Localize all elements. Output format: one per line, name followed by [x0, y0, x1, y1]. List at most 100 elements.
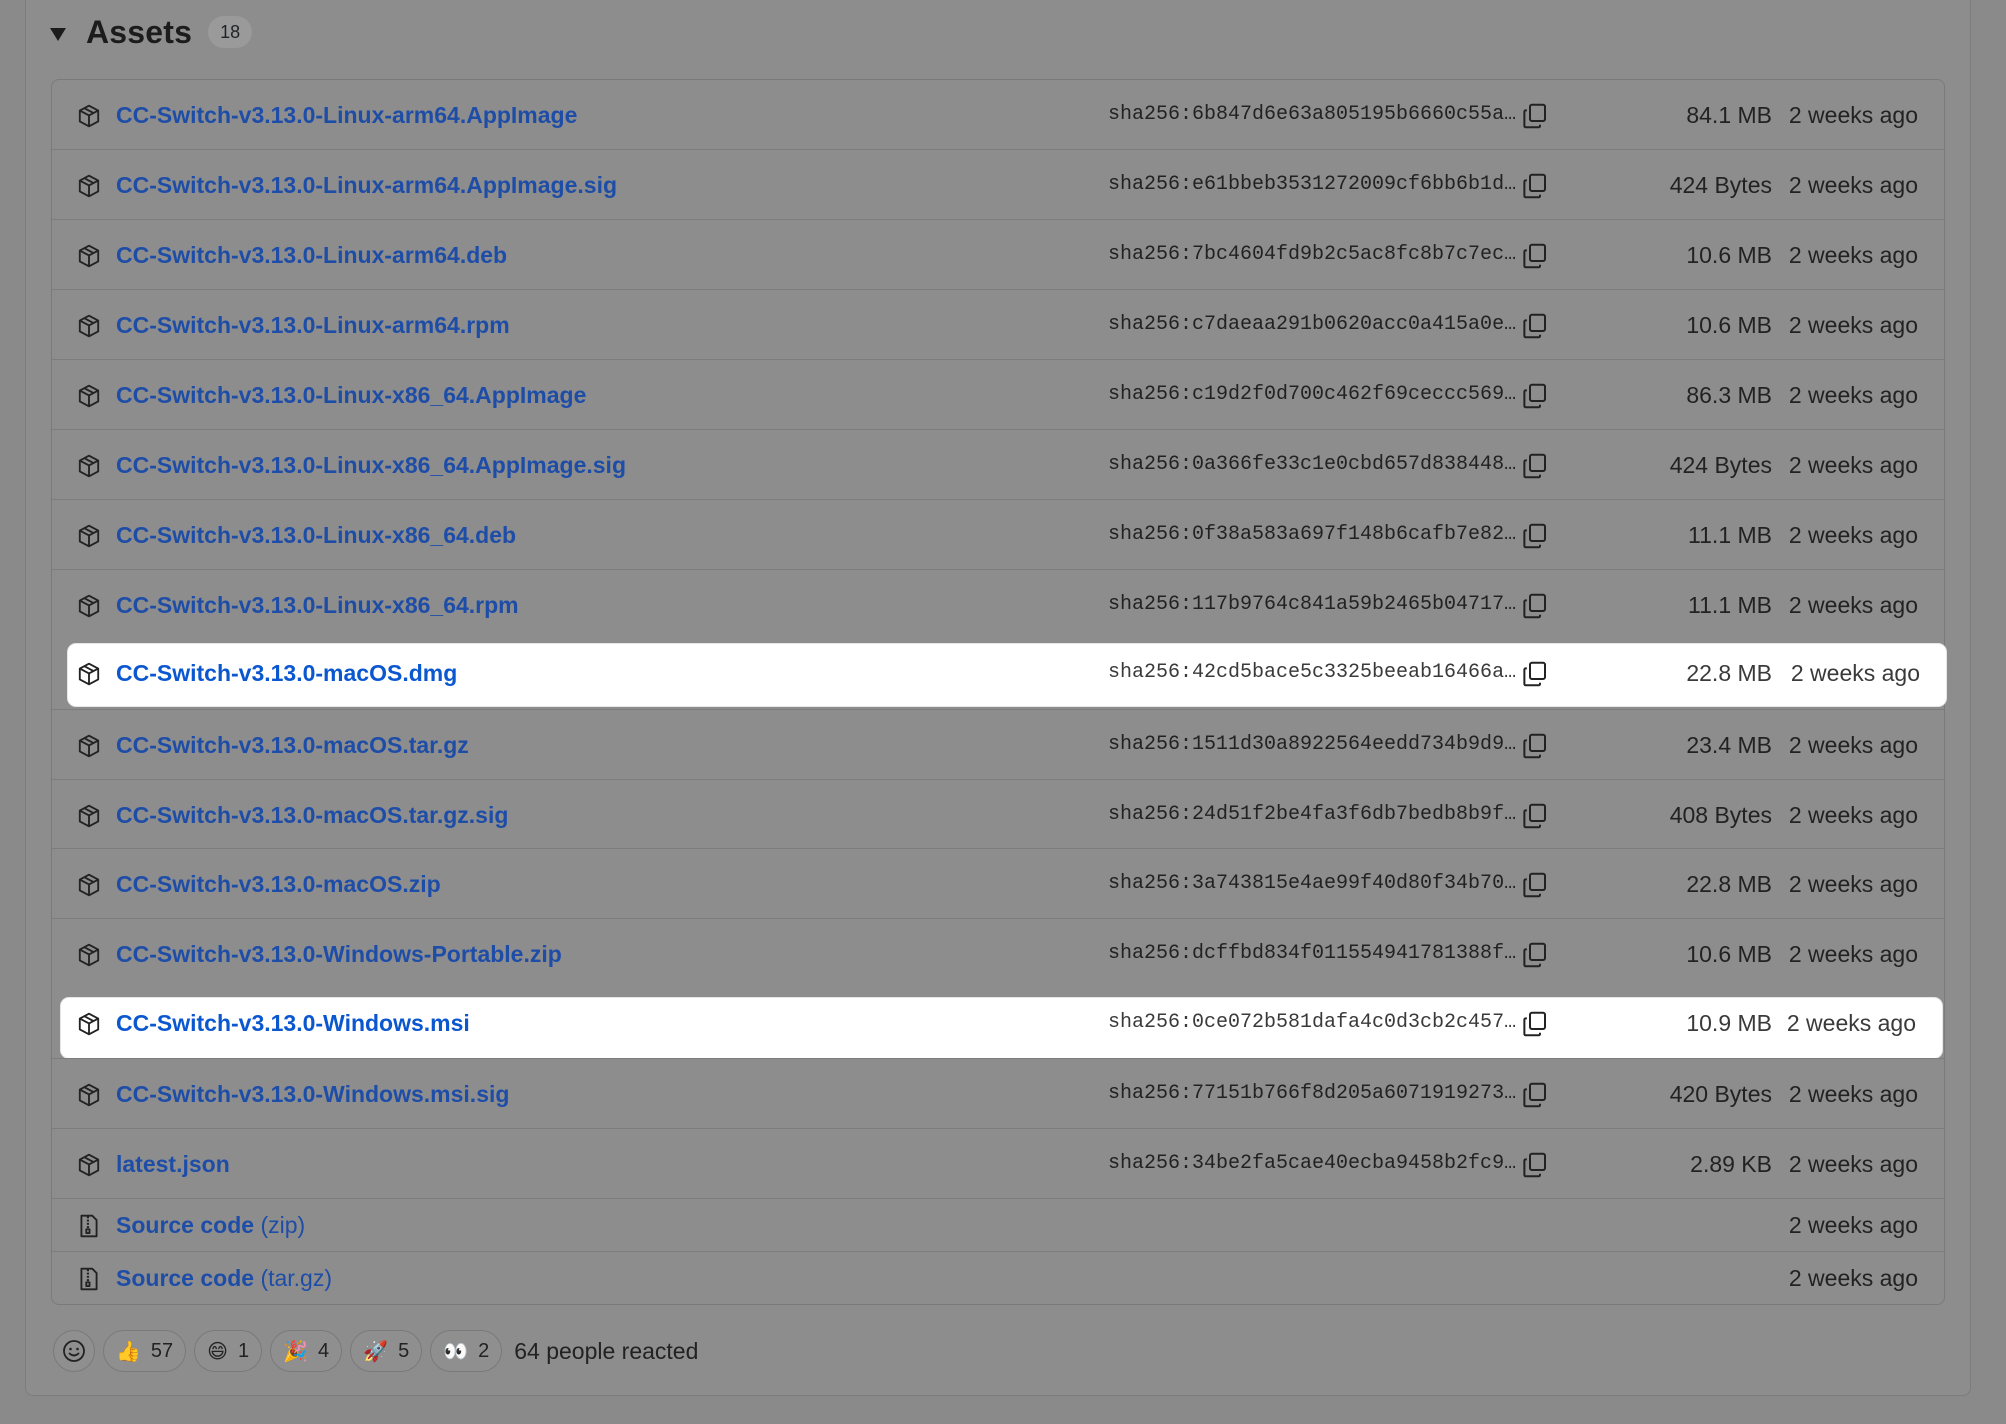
- asset-date: 2 weeks ago: [1786, 1010, 1916, 1036]
- copy-icon[interactable]: [1520, 311, 1550, 341]
- copy-icon[interactable]: [1520, 1080, 1550, 1110]
- package-icon: [76, 313, 102, 339]
- assets-header[interactable]: Assets 18: [50, 12, 253, 52]
- package-icon: [76, 523, 102, 549]
- package-icon: [76, 942, 102, 968]
- asset-size: 22.8 MB: [1686, 871, 1772, 897]
- package-icon: [76, 733, 102, 759]
- asset-sha256: sha256:0a366fe33c1e0cbd657d838448…: [1108, 453, 1517, 476]
- laugh-icon: 😄: [207, 1339, 229, 1363]
- reaction-button[interactable]: 😄 1: [194, 1330, 263, 1372]
- source-code-link[interactable]: Source code (tar.gz): [116, 1252, 332, 1305]
- asset-date: 2 weeks ago: [1788, 1151, 1918, 1177]
- asset-size: 10.6 MB: [1686, 242, 1772, 268]
- copy-icon[interactable]: [1520, 451, 1550, 481]
- source-code-row: Source code (zip) 2 weeks ago: [52, 1198, 1944, 1251]
- package-icon: [76, 453, 102, 479]
- asset-date: 2 weeks ago: [1788, 941, 1918, 967]
- reactions-bar: 👍 57 😄 1 🎉 4 🚀 5 👀 2 64 people reacted: [53, 1330, 698, 1372]
- reaction-button[interactable]: 👀 2: [430, 1330, 503, 1372]
- asset-sha256: sha256:3a743815e4ae99f40d80f34b70…: [1108, 872, 1517, 895]
- asset-download-link[interactable]: CC-Switch-v3.13.0-macOS.dmg: [116, 638, 457, 708]
- asset-size: 23.4 MB: [1686, 732, 1772, 758]
- asset-size: 11.1 MB: [1688, 522, 1772, 548]
- asset-date: 2 weeks ago: [1788, 871, 1918, 897]
- copy-icon[interactable]: [1520, 591, 1550, 621]
- package-icon: [76, 872, 102, 898]
- asset-download-link[interactable]: CC-Switch-v3.13.0-macOS.zip: [116, 849, 441, 919]
- asset-date: 2 weeks ago: [1788, 172, 1918, 198]
- reaction-button[interactable]: 👍 57: [103, 1330, 187, 1372]
- asset-download-link[interactable]: CC-Switch-v3.13.0-Linux-arm64.rpm: [116, 290, 510, 360]
- asset-date: 2 weeks ago: [1788, 452, 1918, 478]
- copy-icon[interactable]: [1520, 381, 1550, 411]
- copy-icon[interactable]: [1520, 870, 1550, 900]
- asset-row: CC-Switch-v3.13.0-macOS.dmg sha256:42cd5b…: [68, 644, 1946, 706]
- asset-sha256: sha256:c19d2f0d700c462f69ceccc569…: [1108, 383, 1517, 406]
- asset-size: 10.9 MB: [1686, 1010, 1772, 1036]
- asset-size: 84.1 MB: [1686, 102, 1772, 128]
- asset-row: CC-Switch-v3.13.0-Linux-x86_64.AppImage s…: [52, 359, 1944, 429]
- asset-sha256: sha256:0ce072b581dafa4c0d3cb2c457…: [1108, 1011, 1517, 1034]
- copy-icon[interactable]: [1520, 940, 1550, 970]
- reaction-button[interactable]: 🚀 5: [350, 1330, 423, 1372]
- asset-row: CC-Switch-v3.13.0-macOS.tar.gz.sig sha256…: [52, 779, 1944, 849]
- asset-download-link[interactable]: CC-Switch-v3.13.0-Linux-x86_64.rpm: [116, 570, 519, 640]
- source-code-date: 2 weeks ago: [1788, 1265, 1918, 1291]
- copy-icon[interactable]: [1520, 801, 1550, 831]
- asset-date: 2 weeks ago: [1788, 102, 1918, 128]
- asset-sha256: sha256:6b847d6e63a805195b6660c55a…: [1108, 103, 1517, 126]
- copy-icon[interactable]: [1520, 171, 1550, 201]
- source-code-link[interactable]: Source code (zip): [116, 1199, 305, 1252]
- asset-row: CC-Switch-v3.13.0-Linux-x86_64.AppImage.…: [52, 429, 1944, 499]
- asset-row: CC-Switch-v3.13.0-Windows-Portable.zip sh…: [52, 918, 1944, 988]
- source-code-row: Source code (tar.gz) 2 weeks ago: [52, 1251, 1944, 1304]
- reaction-count: 2: [478, 1339, 490, 1362]
- asset-download-link[interactable]: CC-Switch-v3.13.0-Linux-x86_64.deb: [116, 500, 516, 570]
- copy-icon[interactable]: [1520, 101, 1550, 131]
- package-icon: [76, 593, 102, 619]
- asset-size: 424 Bytes: [1669, 172, 1772, 198]
- asset-size: 22.8 MB: [1686, 660, 1772, 686]
- asset-row: CC-Switch-v3.13.0-macOS.zip sha256:3a7438…: [52, 848, 1944, 918]
- copy-icon[interactable]: [1520, 241, 1550, 271]
- assets-title: Assets: [86, 13, 193, 50]
- reaction-count: 4: [318, 1339, 330, 1362]
- asset-download-link[interactable]: CC-Switch-v3.13.0-Windows-Portable.zip: [116, 919, 562, 989]
- asset-row: CC-Switch-v3.13.0-Linux-arm64.rpm sha256:…: [52, 289, 1944, 359]
- asset-size: 10.6 MB: [1686, 312, 1772, 338]
- reaction-button[interactable]: 🎉 4: [270, 1330, 343, 1372]
- asset-row: CC-Switch-v3.13.0-Windows.msi.sig sha256:…: [52, 1058, 1944, 1128]
- asset-download-link[interactable]: CC-Switch-v3.13.0-Linux-x86_64.AppImage.…: [116, 430, 626, 500]
- asset-download-link[interactable]: CC-Switch-v3.13.0-Linux-x86_64.AppImage: [116, 360, 586, 430]
- asset-row: CC-Switch-v3.13.0-Linux-x86_64.rpm sha256…: [52, 569, 1944, 639]
- asset-download-link[interactable]: CC-Switch-v3.13.0-Linux-arm64.AppImage.s…: [116, 150, 617, 220]
- reaction-count: 57: [150, 1339, 174, 1362]
- asset-date: 2 weeks ago: [1788, 592, 1918, 618]
- asset-sha256: sha256:1511d30a8922564eedd734b9d9…: [1108, 733, 1517, 756]
- asset-size: 11.1 MB: [1688, 592, 1772, 618]
- source-code-label: Source code: [116, 1265, 255, 1291]
- add-reaction-button[interactable]: [53, 1330, 95, 1372]
- copy-icon[interactable]: [1520, 1009, 1550, 1039]
- asset-size: 424 Bytes: [1669, 452, 1772, 478]
- hooray-icon: 🎉: [283, 1339, 309, 1363]
- asset-download-link[interactable]: CC-Switch-v3.13.0-Linux-arm64.deb: [116, 220, 507, 290]
- copy-icon[interactable]: [1520, 659, 1550, 689]
- asset-download-link[interactable]: CC-Switch-v3.13.0-Windows.msi.sig: [116, 1059, 509, 1129]
- asset-size: 86.3 MB: [1686, 382, 1772, 408]
- asset-download-link[interactable]: CC-Switch-v3.13.0-macOS.tar.gz: [116, 710, 469, 780]
- thumbs-up-icon: 👍: [116, 1339, 141, 1363]
- asset-date: 2 weeks ago: [1788, 1081, 1918, 1107]
- asset-download-link[interactable]: CC-Switch-v3.13.0-Linux-arm64.AppImage: [116, 80, 577, 150]
- asset-size: 420 Bytes: [1669, 1081, 1772, 1107]
- asset-sha256: sha256:34be2fa5cae40ecba9458b2fc9…: [1108, 1152, 1517, 1175]
- asset-download-link[interactable]: latest.json: [116, 1129, 230, 1199]
- copy-icon[interactable]: [1520, 731, 1550, 761]
- copy-icon[interactable]: [1520, 1150, 1550, 1180]
- asset-size: 408 Bytes: [1669, 802, 1772, 828]
- caret-down-icon[interactable]: [50, 27, 66, 41]
- copy-icon[interactable]: [1520, 521, 1550, 551]
- asset-download-link[interactable]: CC-Switch-v3.13.0-macOS.tar.gz.sig: [116, 780, 508, 850]
- asset-download-link[interactable]: CC-Switch-v3.13.0-Windows.msi: [116, 988, 470, 1058]
